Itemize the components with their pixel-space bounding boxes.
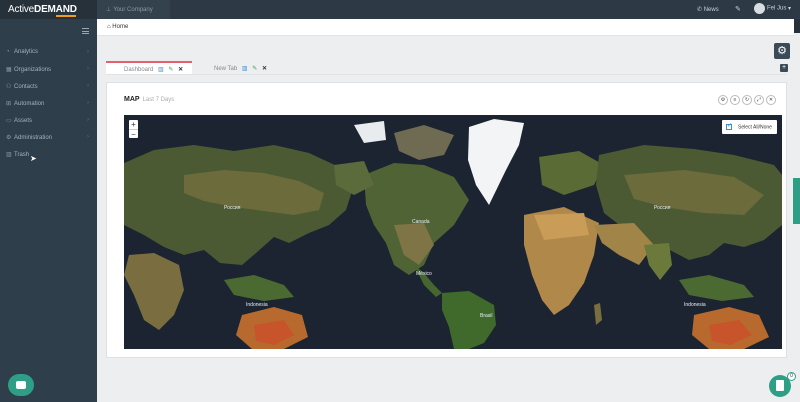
avatar <box>754 3 765 14</box>
map-label: Indonesia <box>684 302 706 308</box>
map-label: Россия <box>224 205 241 211</box>
bar-chart-icon[interactable]: ▥ <box>242 65 248 72</box>
chevron-right-icon: › <box>87 49 89 55</box>
sidebar-item-administration[interactable]: ⚙ Administration › <box>0 129 97 146</box>
widget-title-text: MAP <box>124 96 140 103</box>
sidebar-item-label: Automation <box>14 101 45 107</box>
pencil-icon[interactable]: ✎ <box>252 65 257 72</box>
sidebar-item-label: Analytics <box>14 49 39 55</box>
building-icon: ▦ <box>6 67 12 73</box>
chat-icon <box>16 381 26 389</box>
tab-new-tab[interactable]: New Tab ▥ ✎ ✕ <box>214 61 284 74</box>
bar-chart-icon[interactable]: ▥ <box>158 66 164 73</box>
map-label: Brasil <box>480 313 493 319</box>
logo-underline <box>56 15 76 17</box>
chevron-right-icon: › <box>87 83 89 89</box>
company-selector[interactable]: ⊥ Your Company <box>97 0 170 19</box>
sidebar-item-analytics[interactable]: ◔ Analytics › <box>0 44 97 61</box>
user-name: Fel Jus <box>767 5 787 12</box>
gear-icon[interactable]: ⚙ <box>774 43 790 59</box>
sidebar-item-label: Contacts <box>14 84 38 90</box>
notification-badge: 0 <box>787 372 796 381</box>
corner-tab[interactable] <box>794 19 800 33</box>
map-widget: MAP Last 7 Days ⚙ ≡ ↻ ⤢ ✕ Россия Canada … <box>106 82 787 358</box>
chart-icon: ◔ <box>6 49 10 55</box>
news-button[interactable]: ✆ News <box>697 6 719 13</box>
sliders-icon[interactable]: ≡ <box>730 95 740 105</box>
user-menu[interactable]: Fel Jus ▾ <box>754 3 791 14</box>
logo-text-demand: DEMAND <box>34 4 77 15</box>
map-label: Россия <box>654 205 671 211</box>
tab-label: New Tab <box>214 66 238 72</box>
sidebar-item-label: Administration <box>14 135 53 141</box>
trash-icon: ▥ <box>6 152 12 158</box>
chevron-right-icon: › <box>87 100 89 106</box>
breadcrumb: ⌂ Home <box>97 19 794 36</box>
sidebar-item-organizations[interactable]: ▦ Organizations › <box>0 61 97 78</box>
sidebar-item-contacts[interactable]: ⚇ Contacts › <box>0 78 97 95</box>
map-tiles <box>124 115 782 349</box>
mouse-cursor-icon: ➤ <box>30 154 37 163</box>
chevron-down-icon: ▾ <box>788 6 792 12</box>
top-bar: ActiveDEMAND ⊥ Your Company ✆ News ✎ Fel … <box>0 0 800 19</box>
checkbox-icon[interactable] <box>726 122 732 130</box>
map-label: Canada <box>412 219 430 225</box>
chat-button[interactable] <box>8 374 34 396</box>
sidebar-item-label: Trash <box>14 152 30 158</box>
widget-subtitle: Last 7 Days <box>142 97 175 103</box>
news-label: News <box>703 7 719 13</box>
wrench-icon[interactable]: ✎ <box>735 5 741 13</box>
widget-controls: ⚙ ≡ ↻ ⤢ ✕ <box>718 95 778 105</box>
zoom-in-button[interactable]: + <box>129 120 138 129</box>
chevron-right-icon: › <box>87 134 89 140</box>
logo[interactable]: ActiveDEMAND <box>0 0 97 19</box>
sidebar-item-automation[interactable]: ⊞ Automation › <box>0 95 97 112</box>
add-tab-button[interactable]: + <box>780 64 788 72</box>
map-label: México <box>416 271 432 277</box>
feedback-side-tab[interactable] <box>793 178 800 224</box>
expand-icon[interactable]: ⤢ <box>754 95 764 105</box>
zoom-out-button[interactable]: − <box>129 129 138 139</box>
sidebar-item-assets[interactable]: ▭ Assets › <box>0 112 97 129</box>
people-icon: ⚇ <box>6 84 12 90</box>
settings-icon[interactable]: ⚙ <box>718 95 728 105</box>
tab-label: Dashboard <box>124 67 154 73</box>
sitemap-icon: ⊥ <box>106 7 112 13</box>
logo-text-active: Active <box>8 4 35 15</box>
world-map[interactable]: Россия Canada Россия México Brasil Indon… <box>124 115 782 349</box>
megaphone-icon: ✆ <box>697 7 703 13</box>
widget-title: MAP Last 7 Days <box>124 96 174 103</box>
breadcrumb-home[interactable]: Home <box>112 24 128 30</box>
tab-dashboard[interactable]: Dashboard ▥ ✎ ✕ <box>106 61 192 74</box>
sitemap-icon: ⊞ <box>6 101 12 107</box>
close-icon[interactable]: ✕ <box>178 66 183 73</box>
chevron-right-icon: › <box>87 117 89 123</box>
close-icon[interactable]: ✕ <box>766 95 776 105</box>
chevron-right-icon: › <box>87 66 89 72</box>
tabs-divider <box>106 74 787 75</box>
refresh-icon[interactable]: ↻ <box>742 95 752 105</box>
settings-icon: ⚙ <box>6 135 12 141</box>
pencil-icon[interactable]: ✎ <box>168 66 173 73</box>
home-icon: ⌂ <box>107 24 111 30</box>
sidebar-item-label: Assets <box>14 118 33 124</box>
sidebar-item-label: Organizations <box>14 67 52 73</box>
folder-icon: ▭ <box>6 118 12 124</box>
document-icon <box>776 380 784 391</box>
company-label: Your Company <box>113 7 153 13</box>
select-all-toggle[interactable]: Select All/None <box>722 120 777 134</box>
hamburger-icon[interactable] <box>82 28 89 34</box>
select-all-label: Select All/None <box>738 124 772 131</box>
map-label: Indonesia <box>246 302 268 308</box>
sidebar-item-trash[interactable]: ▥ Trash <box>0 146 97 163</box>
zoom-control: + − <box>129 120 138 139</box>
sidebar-nav: ◔ Analytics › ▦ Organizations › ⚇ Contacts … <box>0 44 97 163</box>
close-icon[interactable]: ✕ <box>262 65 267 72</box>
sidebar: ◔ Analytics › ▦ Organizations › ⚇ Contacts … <box>0 19 97 402</box>
